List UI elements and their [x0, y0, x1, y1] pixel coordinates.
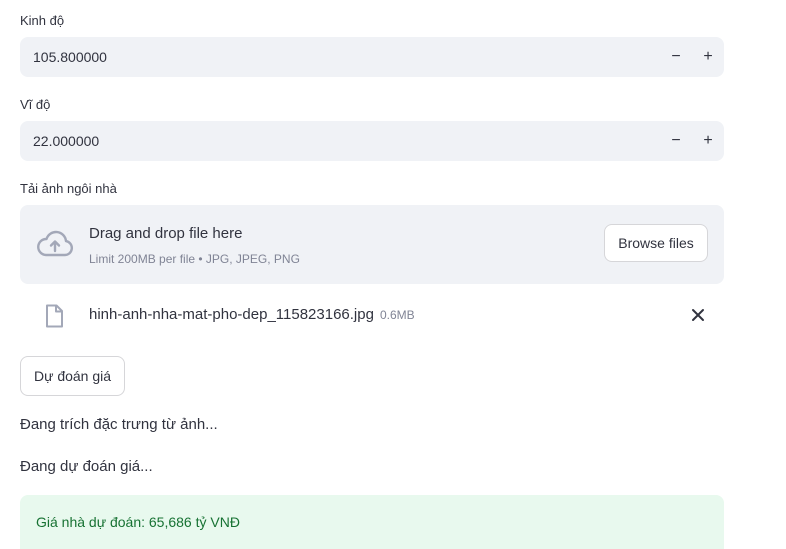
status-extracting: Đang trích đặc trưng từ ảnh...	[20, 416, 218, 433]
file-dropzone[interactable]: Drag and drop file here Limit 200MB per …	[20, 205, 724, 284]
latitude-increment-button[interactable]: +	[692, 121, 724, 161]
success-alert: Giá nhà dự đoán: 65,686 tỷ VNĐ	[20, 495, 724, 549]
dropzone-limits: Limit 200MB per file • JPG, JPEG, PNG	[89, 252, 300, 266]
file-icon	[44, 304, 64, 333]
longitude-value[interactable]: 105.800000	[20, 49, 660, 65]
longitude-label: Kinh độ	[20, 13, 65, 28]
predicted-price-text: Giá nhà dự đoán: 65,686 tỷ VNĐ	[36, 514, 240, 530]
cloud-upload-icon	[36, 229, 74, 264]
status-predicting: Đang dự đoán giá...	[20, 458, 153, 475]
longitude-decrement-button[interactable]: −	[660, 37, 692, 77]
latitude-decrement-button[interactable]: −	[660, 121, 692, 161]
uploader-label: Tải ảnh ngôi nhà	[20, 181, 117, 196]
browse-files-button[interactable]: Browse files	[604, 224, 708, 262]
latitude-value[interactable]: 22.000000	[20, 133, 660, 149]
latitude-label: Vĩ độ	[20, 97, 51, 112]
longitude-input[interactable]: 105.800000 − +	[20, 37, 724, 77]
predict-price-button[interactable]: Dự đoán giá	[20, 356, 125, 396]
uploaded-file-size: 0.6MB	[379, 308, 415, 322]
uploaded-file-row: hinh-anh-nha-mat-pho-dep_115823166.jpg 0.…	[20, 296, 724, 336]
longitude-increment-button[interactable]: +	[692, 37, 724, 77]
latitude-input[interactable]: 22.000000 − +	[20, 121, 724, 161]
close-icon[interactable]	[690, 307, 706, 328]
uploaded-file-name: hinh-anh-nha-mat-pho-dep_115823166.jpg	[89, 306, 374, 323]
dropzone-title: Drag and drop file here	[89, 225, 243, 242]
